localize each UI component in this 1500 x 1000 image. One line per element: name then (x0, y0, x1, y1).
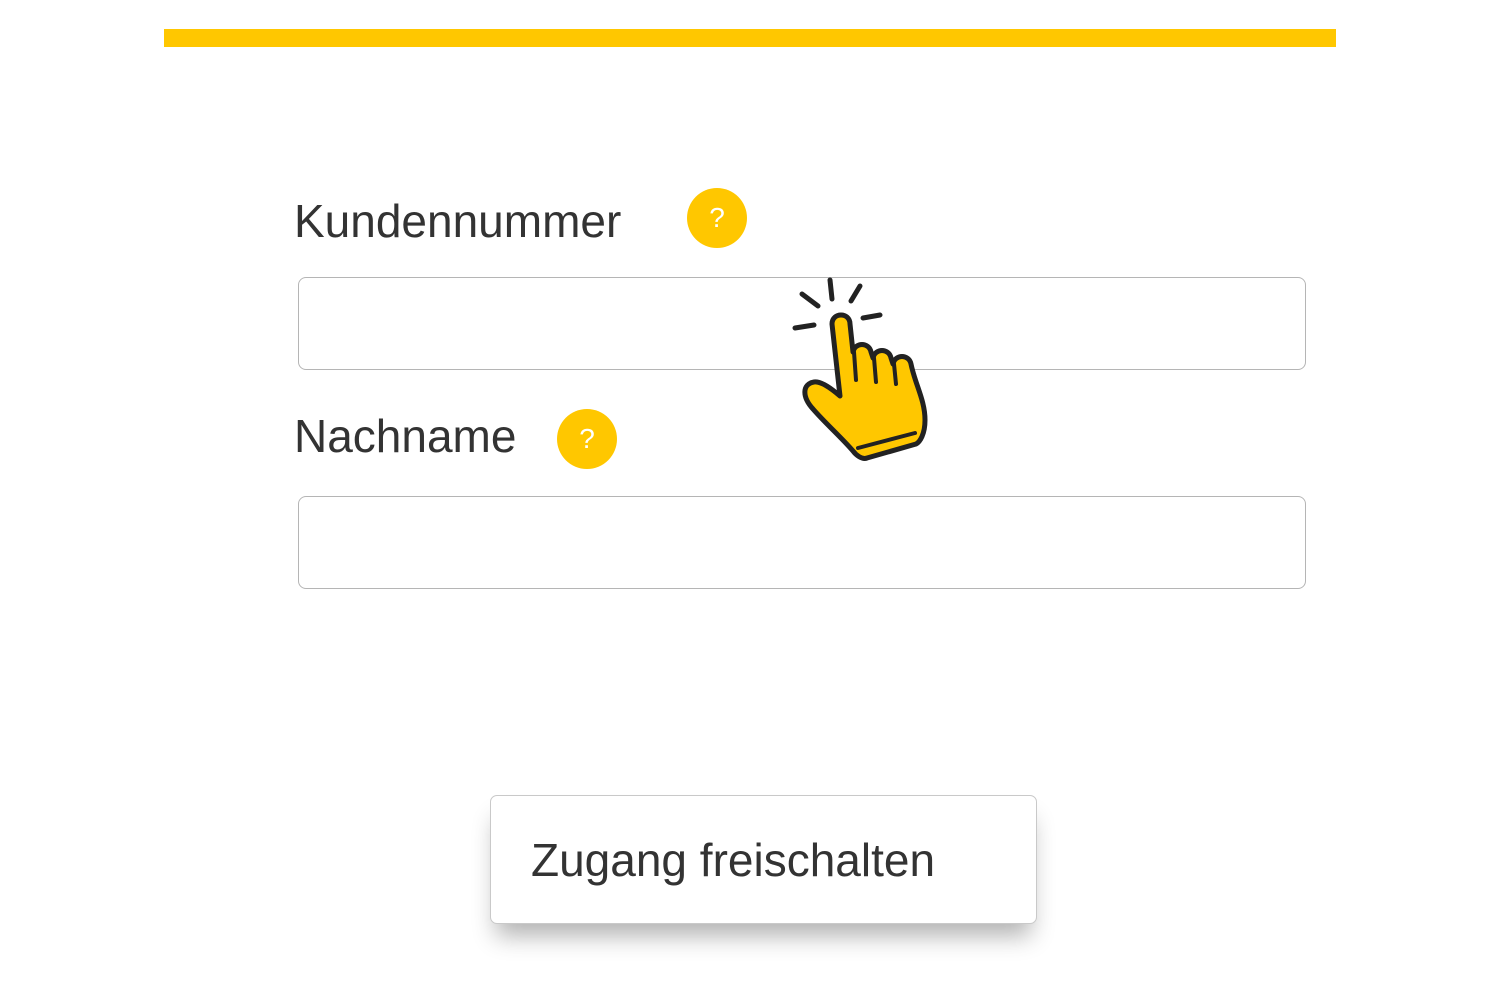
last-name-label: Nachname (294, 410, 517, 462)
last-name-help-icon[interactable]: ? (557, 409, 617, 469)
pointing-hand-click-icon (792, 277, 928, 461)
customer-number-help-icon[interactable]: ? (687, 188, 747, 248)
unlock-access-button[interactable]: Zugang freischalten (490, 795, 1037, 924)
last-name-input[interactable] (298, 496, 1306, 589)
top-accent-bar (164, 29, 1336, 47)
customer-number-label: Kundennummer (294, 195, 622, 247)
